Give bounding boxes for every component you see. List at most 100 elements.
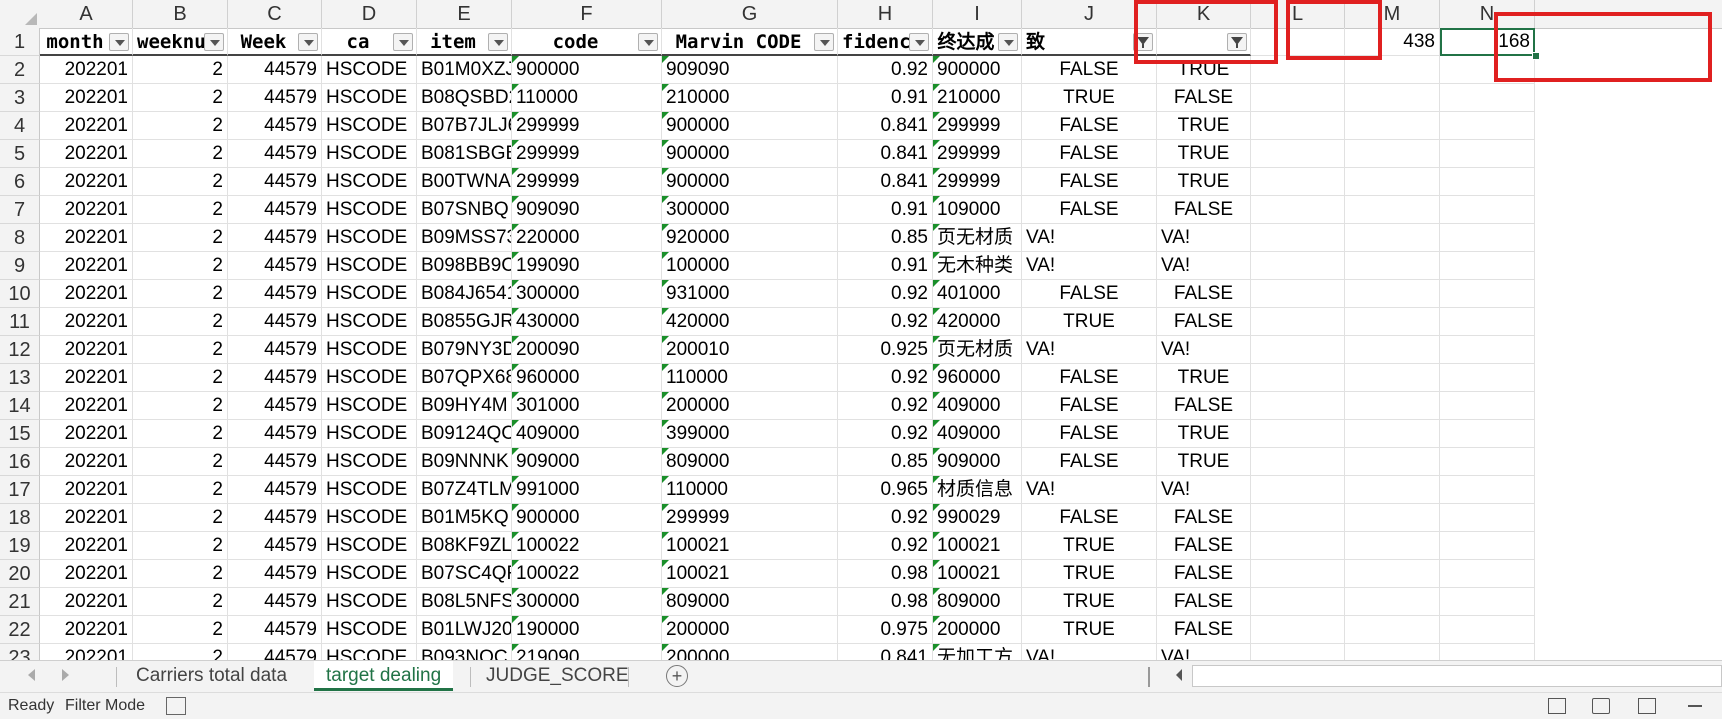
data-cell[interactable]: 2 [133, 140, 228, 168]
data-cell[interactable]: 44579 [228, 224, 322, 252]
data-cell[interactable]: 809000 [933, 588, 1022, 616]
column-header-b[interactable]: B [133, 0, 228, 28]
data-cell[interactable]: 2 [133, 364, 228, 392]
page-layout-view-icon[interactable] [1592, 698, 1610, 714]
column-header-c[interactable]: C [228, 0, 322, 28]
data-cell[interactable]: HSCODE [322, 140, 417, 168]
column-header-f[interactable]: F [512, 0, 662, 28]
data-cell[interactable]: 0.92 [838, 280, 933, 308]
data-cell[interactable]: HSCODE [322, 168, 417, 196]
cell-empty[interactable] [1345, 476, 1440, 504]
data-cell[interactable]: VA! [1157, 644, 1251, 660]
data-cell[interactable]: 0.841 [838, 644, 933, 660]
cell-empty[interactable] [1251, 588, 1345, 616]
data-cell[interactable]: 0.91 [838, 196, 933, 224]
data-cell[interactable]: 202201 [40, 448, 133, 476]
data-cell[interactable]: B08KF9ZL [417, 532, 512, 560]
data-cell[interactable]: B09NNNK [417, 448, 512, 476]
data-cell[interactable]: FALSE [1157, 616, 1251, 644]
data-cell[interactable]: 202201 [40, 532, 133, 560]
data-cell[interactable]: VA! [1022, 336, 1157, 364]
data-cell[interactable]: HSCODE [322, 448, 417, 476]
data-cell[interactable]: 0.98 [838, 560, 933, 588]
data-cell[interactable]: 202201 [40, 308, 133, 336]
column-header-g[interactable]: G [662, 0, 838, 28]
data-cell[interactable]: 44579 [228, 280, 322, 308]
data-cell[interactable]: 0.92 [838, 308, 933, 336]
cell-empty[interactable] [1440, 588, 1535, 616]
cell-empty[interactable] [1251, 224, 1345, 252]
data-cell[interactable]: FALSE [1157, 532, 1251, 560]
data-cell[interactable]: HSCODE [322, 560, 417, 588]
filter-dropdown-icon[interactable] [909, 33, 929, 51]
row-header[interactable]: 21 [0, 588, 40, 616]
data-cell[interactable]: 301000 [512, 392, 662, 420]
data-cell[interactable]: 材质信息 [933, 476, 1022, 504]
data-cell[interactable]: B00TWNA [417, 168, 512, 196]
data-cell[interactable]: 页无材质 [933, 336, 1022, 364]
data-cell[interactable]: 909090 [512, 196, 662, 224]
column-header-j[interactable]: J [1022, 0, 1157, 28]
data-cell[interactable]: VA! [1022, 644, 1157, 660]
data-cell[interactable]: FALSE [1157, 308, 1251, 336]
filter-active-icon[interactable] [1133, 33, 1153, 51]
data-cell[interactable]: 44579 [228, 84, 322, 112]
data-cell[interactable]: HSCODE [322, 532, 417, 560]
data-cell[interactable]: 2 [133, 644, 228, 660]
cell-empty[interactable] [1440, 616, 1535, 644]
cell-empty[interactable] [1251, 336, 1345, 364]
data-cell[interactable]: VA! [1022, 252, 1157, 280]
data-cell[interactable]: 2 [133, 252, 228, 280]
data-cell[interactable]: FALSE [1157, 196, 1251, 224]
data-cell[interactable]: 299999 [512, 168, 662, 196]
cell-empty[interactable] [1345, 504, 1440, 532]
filter-dropdown-icon[interactable] [638, 33, 658, 51]
data-cell[interactable]: B098BB9C [417, 252, 512, 280]
data-cell[interactable]: 2 [133, 336, 228, 364]
tab-target-dealing[interactable]: target dealing [314, 661, 454, 691]
filter-dropdown-icon[interactable] [109, 33, 129, 51]
cell-empty[interactable] [1440, 336, 1535, 364]
data-cell[interactable]: B0855GJR [417, 308, 512, 336]
data-cell[interactable]: 0.975 [838, 616, 933, 644]
data-cell[interactable]: 202201 [40, 644, 133, 660]
data-cell[interactable]: 299999 [933, 112, 1022, 140]
data-cell[interactable]: FALSE [1157, 84, 1251, 112]
data-cell[interactable]: TRUE [1157, 448, 1251, 476]
page-break-preview-icon[interactable] [1638, 698, 1656, 714]
data-cell[interactable]: 44579 [228, 560, 322, 588]
data-cell[interactable]: 44579 [228, 532, 322, 560]
header-cell-d[interactable]: ca [322, 28, 417, 56]
cell-empty[interactable] [1345, 532, 1440, 560]
data-cell[interactable]: FALSE [1022, 504, 1157, 532]
cell-empty[interactable] [1251, 644, 1345, 660]
data-cell[interactable]: 0.91 [838, 84, 933, 112]
data-cell[interactable]: 420000 [933, 308, 1022, 336]
cell-empty[interactable] [1345, 392, 1440, 420]
data-cell[interactable]: B079NY3D [417, 336, 512, 364]
column-header-d[interactable]: D [322, 0, 417, 28]
filter-dropdown-icon[interactable] [393, 33, 413, 51]
data-cell[interactable]: 无加工方 [933, 644, 1022, 660]
data-cell[interactable]: 0.85 [838, 224, 933, 252]
data-cell[interactable]: 199090 [512, 252, 662, 280]
data-cell[interactable]: HSCODE [322, 112, 417, 140]
data-cell[interactable]: B07SC4QR [417, 560, 512, 588]
data-cell[interactable]: 900000 [662, 112, 838, 140]
cell-empty[interactable] [1345, 224, 1440, 252]
data-cell[interactable]: B09MSS73 [417, 224, 512, 252]
data-cell[interactable]: 202201 [40, 84, 133, 112]
data-cell[interactable]: FALSE [1022, 280, 1157, 308]
data-cell[interactable]: 401000 [933, 280, 1022, 308]
data-cell[interactable]: 0.841 [838, 112, 933, 140]
cell-empty[interactable] [1251, 140, 1345, 168]
data-cell[interactable]: B07B7JLJ6 [417, 112, 512, 140]
data-cell[interactable]: 409000 [512, 420, 662, 448]
data-cell[interactable]: 190000 [512, 616, 662, 644]
data-cell[interactable]: 202201 [40, 56, 133, 84]
data-cell[interactable]: 399000 [662, 420, 838, 448]
data-cell[interactable]: 100021 [662, 560, 838, 588]
column-header-e[interactable]: E [417, 0, 512, 28]
prev-sheet-icon[interactable] [28, 669, 35, 681]
cell-empty[interactable] [1440, 56, 1535, 84]
